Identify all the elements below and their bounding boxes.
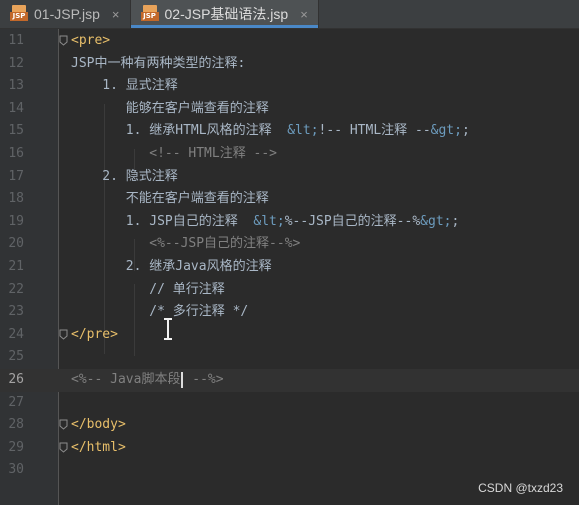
code-line[interactable]: 30 — [0, 459, 579, 482]
code-line[interactable]: 20 <%--JSP自己的注释--%> — [0, 233, 579, 256]
code-token: 不能在客户端查看的注释 — [71, 191, 269, 207]
code-token: &lt; — [253, 213, 285, 229]
fold-marker-icon[interactable] — [59, 35, 68, 46]
code-token: </body> — [71, 417, 126, 433]
text-cursor-icon — [164, 318, 172, 340]
code-line[interactable]: 23 /* 多行注释 */ — [0, 301, 579, 324]
fold-marker-icon[interactable] — [59, 442, 68, 453]
line-number: 20 — [8, 236, 24, 252]
code-token: &gt; — [430, 123, 462, 139]
code-text: 1. 继承HTML风格的注释 &lt;!-- HTML注释 --&gt;; — [71, 120, 470, 143]
code-text: 能够在客户端查看的注释 — [71, 98, 269, 121]
code-line[interactable]: 12 JSP中一种有两种类型的注释: — [0, 53, 579, 76]
code-line[interactable]: 24 </pre> — [0, 324, 579, 347]
line-number: 23 — [8, 304, 24, 320]
line-number: 19 — [8, 213, 24, 229]
code-line[interactable]: 22 // 单行注释 — [0, 279, 579, 302]
line-number: 22 — [8, 281, 24, 297]
watermark: CSDN @txzd23 — [478, 481, 563, 495]
line-number: 26 — [8, 372, 24, 387]
line-number: 21 — [8, 259, 24, 274]
code-token: ; — [461, 123, 470, 139]
file-tab[interactable]: JSP 01-JSP.jsp × — [0, 0, 131, 28]
code-token: JSP中一种有两种类型的注释: — [71, 55, 246, 71]
line-number: 29 — [8, 439, 24, 455]
line-number: 30 — [8, 462, 24, 478]
jsp-file-icon: JSP — [140, 5, 159, 23]
code-token: 1. JSP自己的注释 — [71, 213, 254, 229]
code-token: 能够在客户端查看的注释 — [71, 100, 269, 116]
code-line[interactable]: 29 </html> — [0, 437, 579, 460]
file-tab[interactable]: JSP 02-JSP基础语法.jsp × — [130, 0, 319, 28]
line-number: 24 — [8, 326, 24, 342]
line-number: 14 — [8, 100, 24, 116]
line-number: 12 — [8, 55, 24, 71]
code-token: %--JSP自己的注释--% — [284, 213, 421, 229]
code-token: <pre> — [71, 33, 111, 48]
code-token: </html> — [71, 439, 126, 455]
code-line[interactable]: 26 <%-- Java脚本段 --%> — [0, 369, 579, 392]
code-token: </pre> — [71, 326, 118, 342]
code-line[interactable]: 18 不能在客户端查看的注释 — [0, 188, 579, 211]
code-token: <%-- Java脚本段 — [71, 372, 181, 387]
line-number: 17 — [8, 168, 24, 184]
line-number: 18 — [8, 191, 24, 207]
code-line[interactable]: 16 <!-- HTML注释 --> — [0, 143, 579, 166]
line-number: 13 — [8, 78, 24, 94]
code-token: <!-- HTML注释 --> — [71, 146, 278, 161]
code-text: <%--JSP自己的注释--%> — [71, 233, 300, 256]
code-text: </pre> — [71, 324, 118, 347]
line-number: 16 — [8, 146, 24, 161]
line-number: 11 — [8, 33, 24, 48]
line-number: 25 — [8, 349, 24, 365]
code-token: ; — [451, 213, 460, 229]
line-number: 27 — [8, 394, 24, 410]
code-token: &gt; — [420, 213, 452, 229]
code-text: <pre> — [71, 30, 110, 53]
code-text: 2. 继承Java风格的注释 — [71, 256, 272, 279]
code-line[interactable]: 25 — [0, 346, 579, 369]
code-token: // 单行注释 — [71, 281, 225, 297]
code-token: 2. 继承Java风格的注释 — [71, 259, 272, 274]
code-token: <%--JSP自己的注释--%> — [71, 236, 301, 252]
code-text: /* 多行注释 */ — [71, 301, 248, 324]
code-token: 1. 继承HTML风格的注释 — [71, 123, 288, 139]
code-line[interactable]: 19 1. JSP自己的注释 &lt;%--JSP自己的注释--%&gt;; — [0, 211, 579, 234]
code-line[interactable]: 17 2. 隐式注释 — [0, 166, 579, 189]
code-text: // 单行注释 — [71, 279, 225, 302]
close-tab-icon[interactable]: × — [300, 7, 308, 22]
code-token: &lt; — [287, 123, 319, 139]
code-line[interactable]: 14 能够在客户端查看的注释 — [0, 98, 579, 121]
code-text: JSP中一种有两种类型的注释: — [71, 53, 245, 76]
code-token: --%> — [184, 372, 224, 387]
code-line[interactable]: 15 1. 继承HTML风格的注释 &lt;!-- HTML注释 --&gt;; — [0, 120, 579, 143]
fold-marker-icon[interactable] — [59, 419, 68, 430]
line-number: 28 — [8, 417, 24, 433]
code-line[interactable]: 28 </body> — [0, 414, 579, 437]
code-line[interactable]: 13 1. 显式注释 — [0, 75, 579, 98]
code-token: 2. 隐式注释 — [71, 168, 178, 184]
code-text: </body> — [71, 414, 126, 437]
file-tab-label: 01-JSP.jsp — [34, 6, 100, 22]
jsp-file-icon: JSP — [10, 5, 28, 23]
close-tab-icon[interactable]: × — [112, 7, 120, 22]
code-text: <%-- Java脚本段 --%> — [71, 369, 224, 392]
fold-marker-icon[interactable] — [59, 329, 68, 340]
code-text: 2. 隐式注释 — [71, 166, 178, 189]
code-line[interactable]: 21 2. 继承Java风格的注释 — [0, 256, 579, 279]
code-token: 1. 显式注释 — [71, 78, 178, 94]
file-tab-label: 02-JSP基础语法.jsp — [164, 6, 289, 22]
code-text: 1. JSP自己的注释 &lt;%--JSP自己的注释--%&gt;; — [71, 211, 460, 234]
code-text: </html> — [71, 437, 126, 460]
code-text: 1. 显式注释 — [71, 75, 178, 98]
code-line[interactable]: 27 — [0, 392, 579, 415]
code-line[interactable]: 11 <pre> — [0, 30, 579, 53]
code-text: 不能在客户端查看的注释 — [71, 188, 269, 211]
code-text: <!-- HTML注释 --> — [71, 143, 277, 166]
code-token: /* 多行注释 */ — [71, 304, 249, 320]
line-number: 15 — [8, 123, 24, 139]
code-editor[interactable]: 11 <pre> 12 JSP中一种有两种类型的注释: 13 1. 显式注释 14 能够在… — [0, 29, 579, 505]
code-token: !-- HTML注释 -- — [318, 123, 431, 139]
editor-tab-bar: JSP 01-JSP.jsp × JSP 02-JSP基础语法.jsp × — [0, 0, 579, 29]
